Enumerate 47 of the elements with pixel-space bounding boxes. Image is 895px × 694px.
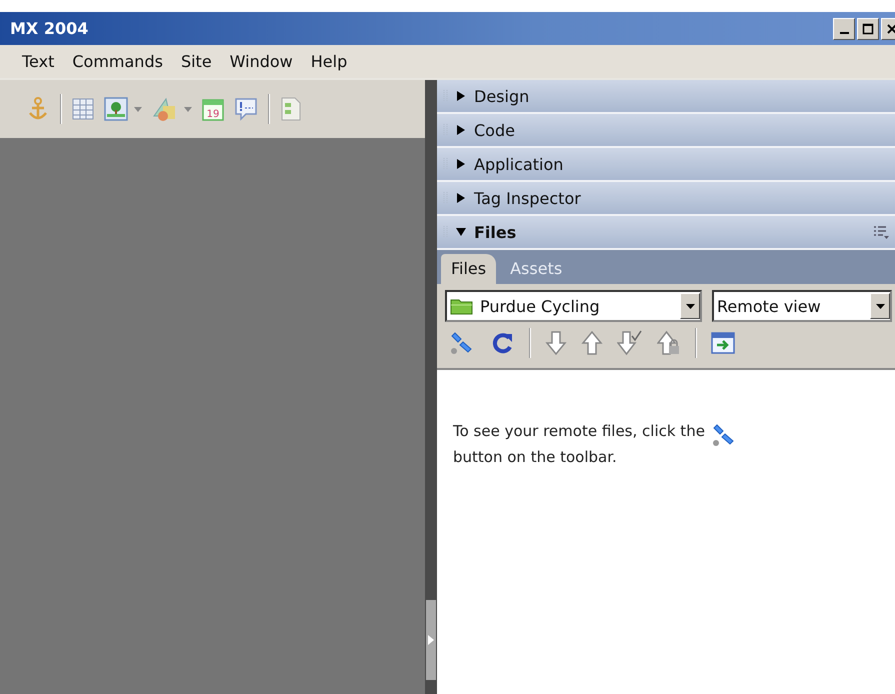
document-icon[interactable] (280, 97, 302, 121)
view-dropdown[interactable]: Remote view (712, 290, 892, 322)
caret-icon[interactable] (134, 106, 142, 112)
up-arrow-icon[interactable] (581, 330, 603, 356)
minimize-button[interactable] (833, 18, 855, 40)
maximize-button[interactable] (857, 18, 879, 40)
panel-header[interactable]: Files (437, 216, 895, 250)
window-title: MX 2004 (10, 19, 88, 38)
check-out-icon[interactable] (617, 330, 643, 356)
check-in-icon[interactable] (657, 330, 681, 356)
close-icon (886, 22, 895, 34)
table-icon[interactable] (72, 98, 94, 120)
message-text: button on the toolbar. (453, 448, 618, 466)
comment-icon[interactable] (234, 97, 258, 121)
expand-panel-icon[interactable] (711, 332, 735, 354)
splitter-handle[interactable] (426, 600, 436, 680)
menu-item[interactable]: Window (222, 49, 301, 74)
refresh-icon[interactable] (491, 331, 515, 355)
panel-header[interactable]: Tag Inspector (437, 182, 895, 216)
shapes-icon[interactable] (152, 96, 178, 122)
panel-header[interactable]: Code (437, 114, 895, 148)
panel-title: Application (474, 154, 564, 174)
menu-item[interactable]: Site (172, 49, 220, 74)
minimize-icon (840, 32, 848, 34)
calendar-icon[interactable]: 19 (202, 97, 224, 121)
panel-title: Code (474, 120, 516, 140)
triangle-right-icon (428, 635, 434, 645)
panel-header[interactable]: Design (437, 80, 895, 114)
menu-item[interactable]: Text (14, 49, 62, 74)
panel-header[interactable]: Application (437, 148, 895, 182)
maximize-icon (862, 22, 874, 34)
splitter[interactable] (425, 80, 437, 694)
site-dropdown[interactable]: Purdue Cycling (445, 290, 702, 322)
menu-item[interactable]: Commands (64, 49, 171, 74)
options-menu-icon[interactable] (873, 225, 889, 239)
message-text: To see your remote files, click the (453, 422, 705, 440)
tab[interactable]: Files (441, 254, 496, 284)
caret-icon[interactable] (184, 106, 192, 112)
panel-title: Design (474, 86, 530, 106)
image-icon[interactable] (104, 97, 128, 121)
caret-icon (876, 304, 884, 308)
folder-icon (450, 297, 474, 315)
down-arrow-icon[interactable] (545, 330, 567, 356)
caret-icon (686, 304, 694, 308)
panel-title: Files (474, 222, 518, 242)
panel-title: Tag Inspector (474, 188, 582, 208)
menu-item[interactable]: Help (302, 49, 356, 74)
